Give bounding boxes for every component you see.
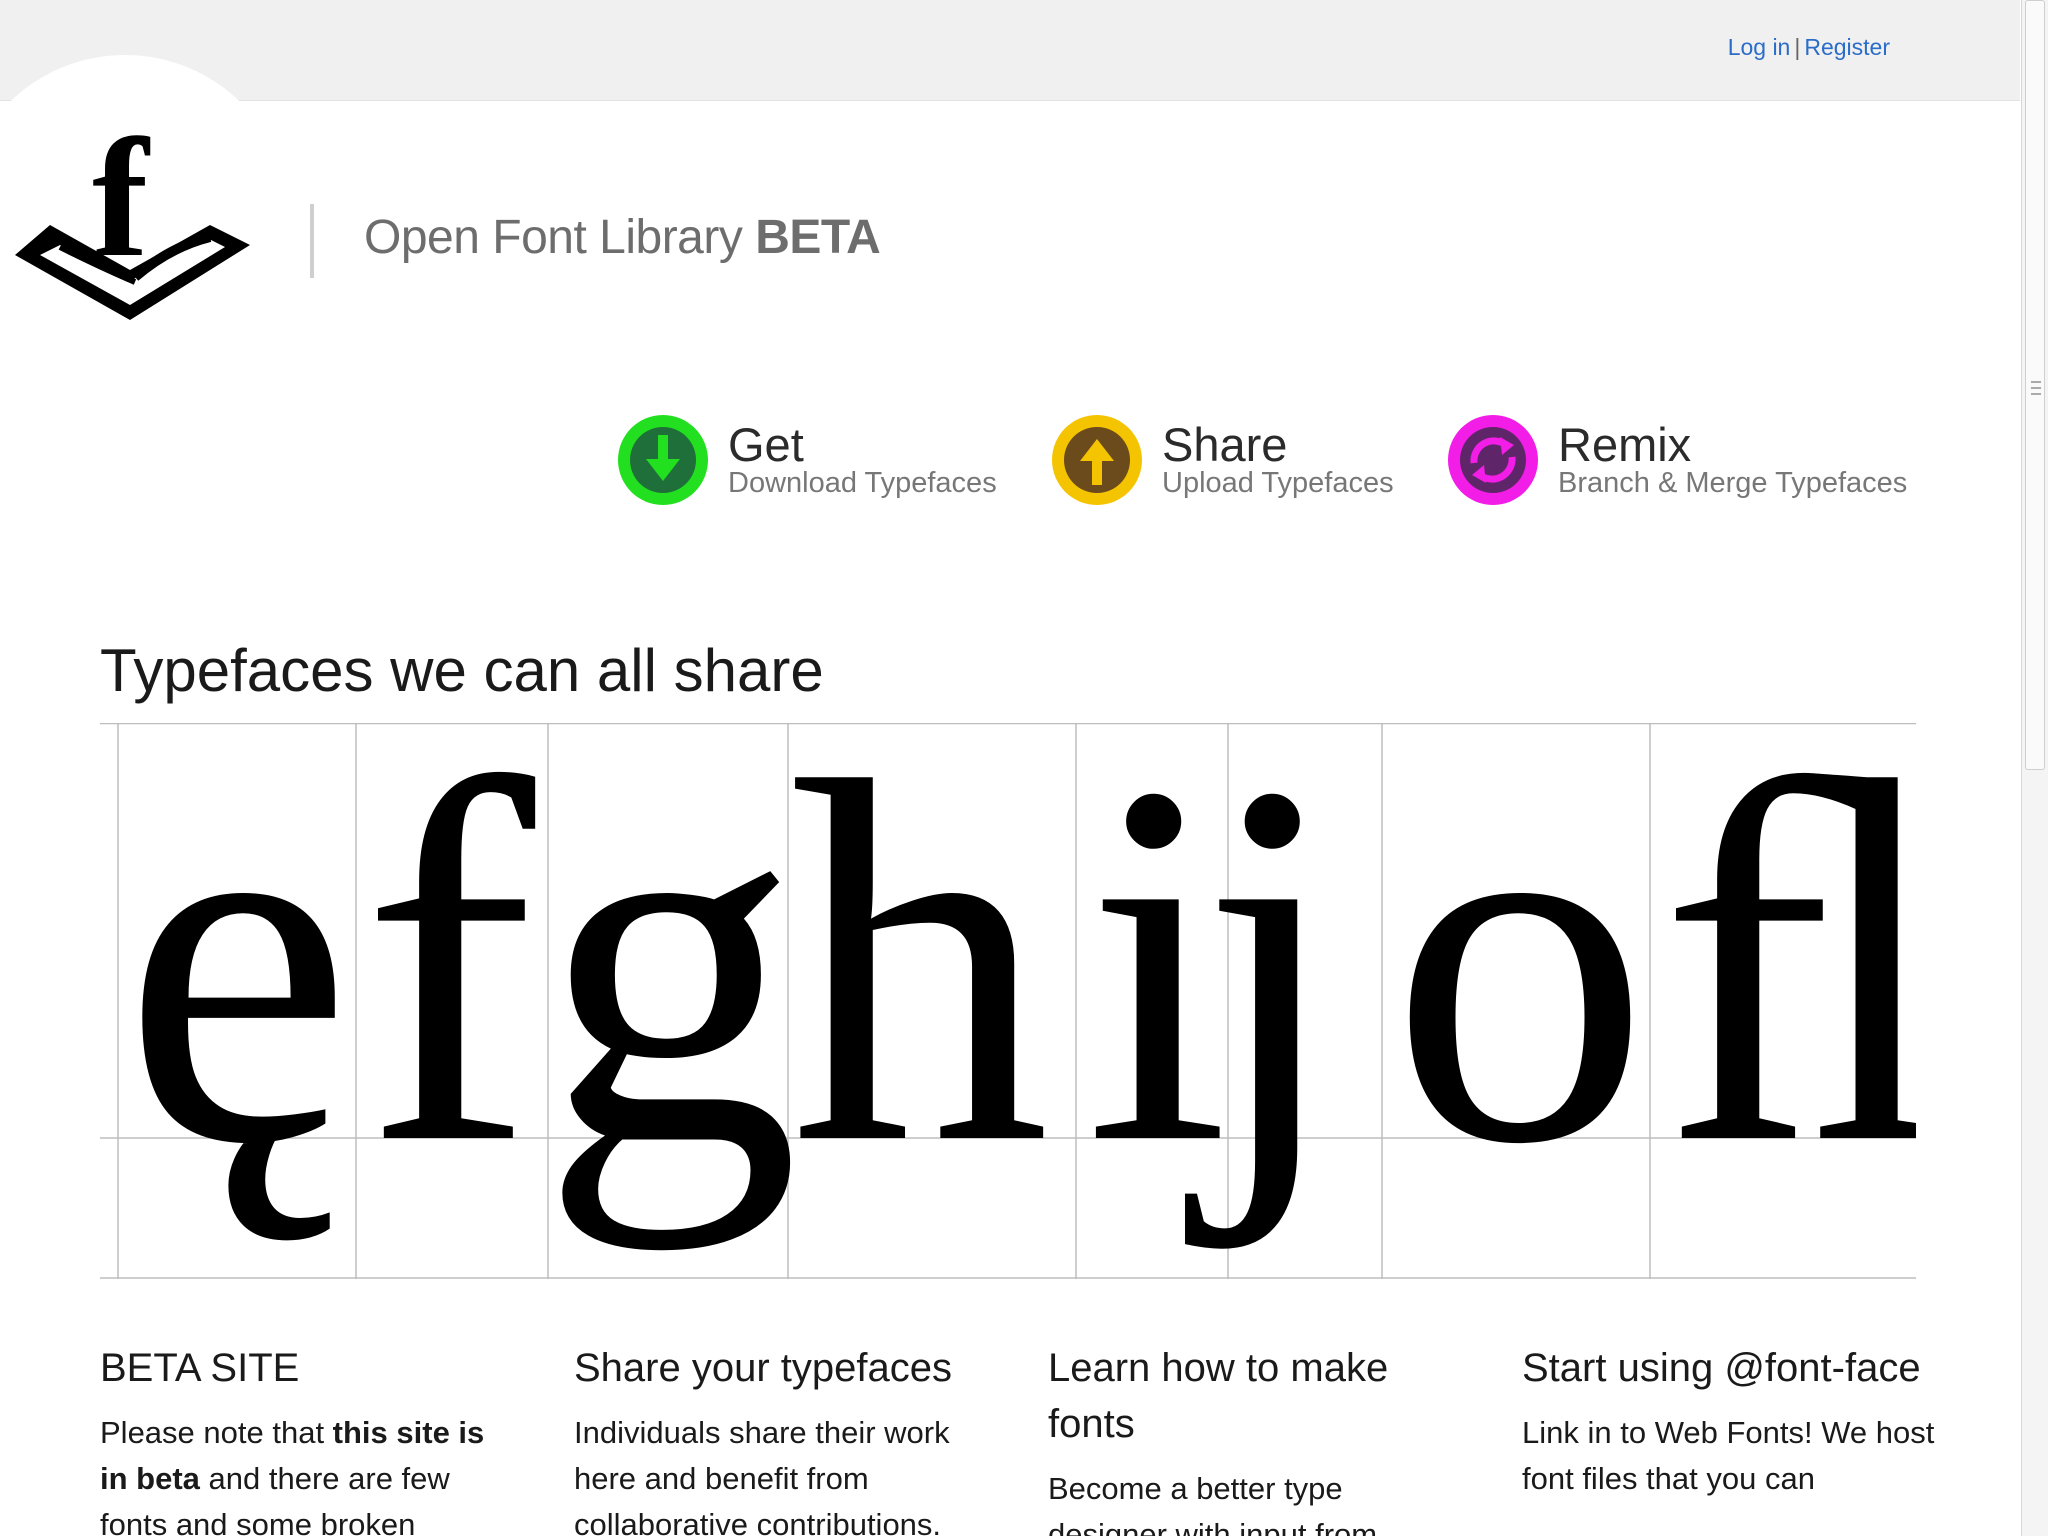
site-title[interactable]: Open Font Library BETA	[364, 210, 881, 265]
glyph-j: j	[1184, 723, 1345, 1252]
auth-separator: |	[1794, 34, 1801, 60]
vertical-scrollbar[interactable]	[2021, 0, 2048, 1536]
remix-sublabel: Branch & Merge Typefaces	[1558, 467, 1908, 499]
download-circle	[618, 415, 708, 505]
beta-badge: BETA	[755, 211, 881, 264]
glyph-g: g	[540, 723, 800, 1252]
column-heading: Start using @font-face	[1522, 1346, 1921, 1390]
share-label: Share	[1162, 418, 1288, 471]
download-arrow-icon	[630, 427, 696, 493]
top-bar: Log in | Register	[0, 0, 2020, 101]
scrollbar-thumb[interactable]	[2025, 0, 2045, 770]
page: Log in | Register f Open Font Library BETA…	[0, 0, 2048, 1536]
share-typefaces-column: Share your typefaces Individuals share t…	[574, 1340, 994, 1536]
svg-text:f: f	[92, 105, 151, 292]
column-body: Please note that this site is in beta an…	[100, 1410, 520, 1536]
remix-arrows-icon	[1460, 427, 1526, 493]
glyph-specimen: ę f g h i j o ﬂ	[100, 723, 1916, 1279]
column-body-text: Please note that	[100, 1415, 333, 1450]
get-sublabel: Download Typefaces	[728, 467, 997, 499]
headline: Typefaces we can all share	[100, 637, 824, 704]
learn-fonts-column: Learn how to make fonts Become a better …	[1048, 1340, 1468, 1536]
beta-site-column: BETA SITE Please note that this site is …	[100, 1340, 520, 1536]
get-label: Get	[728, 418, 804, 471]
column-heading: BETA SITE	[100, 1346, 300, 1390]
column-body-text: Become a better type designer with input…	[1048, 1471, 1378, 1536]
glyph-fl-ligature: ﬂ	[1660, 723, 1916, 1251]
upload-arrow-icon	[1064, 427, 1130, 493]
glyph-f: f	[362, 723, 541, 1251]
share-sublabel: Upload Typefaces	[1162, 467, 1394, 499]
glyph-o: o	[1390, 723, 1650, 1251]
column-body: Become a better type designer with input…	[1048, 1466, 1468, 1536]
open-book-f-logo-icon[interactable]: f	[10, 105, 260, 335]
column-body: Link in to Web Fonts! We host font files…	[1522, 1410, 1942, 1502]
auth-links: Log in | Register	[1728, 34, 1890, 61]
column-heading: Share your typefaces	[574, 1346, 952, 1390]
glyph-h: h	[790, 723, 1050, 1251]
remix-label: Remix	[1558, 418, 1692, 471]
register-link[interactable]: Register	[1804, 34, 1890, 60]
glyph-e-ogonek: ę	[122, 723, 353, 1251]
font-face-column: Start using @font-face Link in to Web Fo…	[1522, 1340, 1942, 1502]
column-body-text: Individuals share their work here and be…	[574, 1415, 950, 1536]
column-body-text: Link in to Web Fonts! We host font files…	[1522, 1415, 1935, 1496]
logo-divider	[310, 204, 314, 278]
column-heading: Learn how to make fonts	[1048, 1346, 1389, 1446]
login-link[interactable]: Log in	[1728, 34, 1791, 60]
upload-circle	[1052, 415, 1142, 505]
site-title-text: Open Font Library	[364, 211, 743, 264]
scrollbar-grip-icon	[2031, 381, 2041, 395]
remix-circle	[1448, 415, 1538, 505]
column-body: Individuals share their work here and be…	[574, 1410, 994, 1536]
